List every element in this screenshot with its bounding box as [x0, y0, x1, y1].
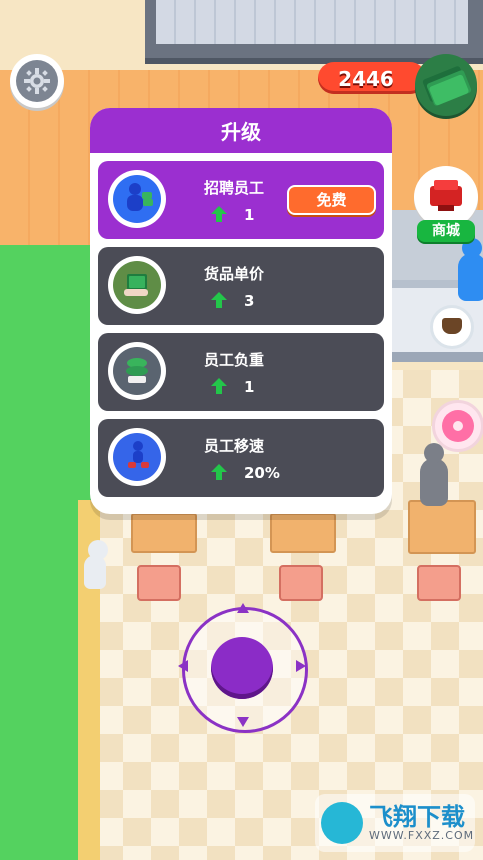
cash-hand-icon: [113, 261, 161, 309]
joystick-icon[interactable]: [211, 637, 273, 699]
running-staff-icon: [128, 441, 149, 468]
coffee-cup-icon: [430, 305, 474, 349]
hire-staff-icon: [127, 183, 153, 211]
upgrade-item-hire-staff: 招聘员工 1 免费: [98, 161, 384, 239]
cash-stack-icon: [422, 66, 472, 106]
running-staff-icon: [113, 433, 161, 481]
stacked-items-icon: [113, 347, 161, 395]
watermark-logo-icon: [321, 802, 363, 844]
shop-button[interactable]: [414, 166, 478, 228]
gear-icon: [16, 60, 58, 102]
joystick-left-arrow-icon: [178, 660, 188, 672]
dining-table: [270, 513, 336, 553]
stacked-items-icon: [126, 358, 148, 383]
watermark-title: 飞翔下载: [369, 802, 465, 831]
upgrade-list: 招聘员工 1 免费 货品单价 3 员工负重 1 员工移速 20%: [90, 153, 392, 514]
joystick-right-arrow-icon: [296, 660, 306, 672]
running-staff-icon: [108, 428, 166, 486]
dining-chair: [279, 565, 323, 601]
upgrade-item-value: 1: [244, 378, 255, 396]
currency-counter: 2446: [318, 62, 426, 94]
upgrade-item-label: 货品单价: [204, 265, 265, 283]
watermark-text: 飞翔下载 WWW.FXXZ.COM: [369, 802, 475, 843]
upgrade-item-speed[interactable]: 员工移速 20%: [98, 419, 384, 497]
hire-staff-icon: [113, 175, 161, 223]
free-upgrade-button[interactable]: 免费: [287, 185, 376, 215]
watermark-url: WWW.FXXZ.COM: [369, 829, 475, 843]
upgrade-arrow-icon: [211, 292, 227, 308]
upgrade-item-value: 1: [244, 206, 255, 224]
dining-chair: [417, 565, 461, 601]
joystick-up-arrow-icon: [237, 603, 249, 613]
dining-chair: [137, 565, 181, 601]
upgrade-item-unit-price[interactable]: 货品单价 3: [98, 247, 384, 325]
hire-staff-icon: [108, 170, 166, 228]
decoration-statue: [84, 540, 108, 589]
upgrade-item-label: 招聘员工: [204, 179, 265, 197]
upgrade-item-capacity[interactable]: 员工负重 1: [98, 333, 384, 411]
settings-button[interactable]: [10, 54, 64, 108]
upgrade-arrow-icon: [211, 378, 227, 394]
cash-register-icon: [430, 180, 462, 211]
upgrade-arrow-icon: [211, 206, 227, 222]
upgrade-item-value: 20%: [244, 464, 280, 482]
watermark: 飞翔下载 WWW.FXXZ.COM: [315, 794, 475, 852]
upgrade-item-label: 员工负重: [204, 351, 265, 369]
currency-amount: 2446: [338, 67, 394, 91]
dining-table: [408, 500, 476, 554]
shop-label[interactable]: 商城: [417, 220, 475, 242]
upgrade-arrow-icon: [211, 464, 227, 480]
stacked-items-icon: [108, 342, 166, 400]
upgrade-item-label: 员工移速: [204, 437, 265, 455]
upgrade-item-value: 3: [244, 292, 255, 310]
upgrade-panel-title: 升级: [90, 108, 392, 153]
cash-hand-icon: [108, 256, 166, 314]
upgrade-panel: 升级 招聘员工 1 免费 货品单价 3 员工负重 1 员工移速 20%: [90, 108, 392, 514]
joystick-down-arrow-icon: [237, 717, 249, 727]
staff-character: [458, 238, 483, 301]
store-window: [156, 0, 468, 44]
gear-icon: [24, 68, 50, 94]
cash-stack-icon: [415, 54, 477, 116]
customer-character: [420, 443, 448, 506]
cash-hand-icon: [124, 274, 148, 296]
dining-table: [131, 513, 197, 553]
